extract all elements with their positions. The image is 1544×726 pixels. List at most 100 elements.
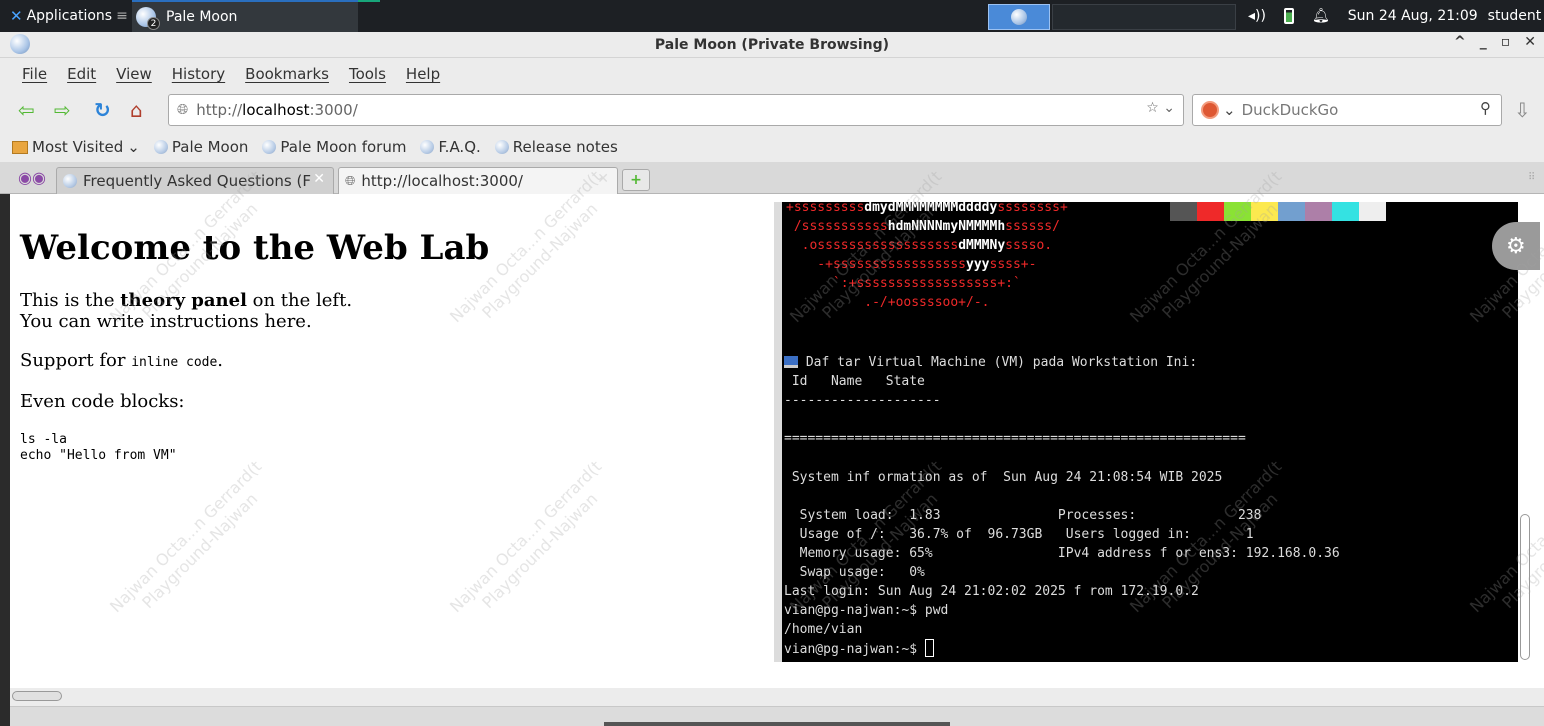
computer-icon — [784, 356, 798, 368]
notification-bell-icon[interactable]: 🔔︎ — [1312, 8, 1330, 24]
maximize-button[interactable]: ▫ — [1501, 34, 1511, 50]
inline-code: inline code — [131, 355, 218, 370]
url-bar[interactable]: 🌐︎ http://localhost:3000/ ☆ ⌄ — [168, 94, 1184, 126]
ascii-art-segment: yyy — [966, 257, 990, 272]
gear-icon[interactable]: ⚙ — [1492, 222, 1540, 270]
navigation-toolbar: ⇦ ⇨ ↻ ⌂ 🌐︎ http://localhost:3000/ ☆ ⌄ ⌄ … — [0, 90, 1544, 132]
globe-icon: 🌐︎ — [177, 102, 189, 118]
stats-line: Swap usage: 0% — [784, 565, 925, 580]
ascii-art-segment: hdmNNNNmyNMMMMh — [887, 219, 1006, 234]
horizontal-scrollbar[interactable] — [10, 688, 1544, 706]
paragraph-inline-code: Support for inline code. — [20, 350, 774, 373]
close-tab-icon[interactable]: ✕ — [313, 171, 325, 187]
close-tab-icon[interactable]: ✕ — [597, 171, 609, 187]
intro-line2: You can write instructions here. — [20, 311, 312, 332]
window-count-badge: 2 — [147, 17, 160, 30]
chevron-down-icon: ⌄ — [127, 138, 140, 156]
window-titlebar: Pale Moon (Private Browsing) ^ _ ▫ ✕ — [0, 32, 1544, 58]
workspace-2[interactable] — [1052, 4, 1236, 30]
taskbar-item-pale-moon[interactable]: 2 Pale Moon — [132, 0, 358, 32]
ascii-art-line: `:+ssssssssssssssssss+:` — [786, 274, 1021, 293]
ascii-art-segment: .-/+oossssoo+/-. — [786, 295, 990, 310]
menu-help[interactable]: Help — [406, 65, 440, 83]
bookmark-faq[interactable]: F.A.Q. — [420, 138, 481, 156]
menu-view[interactable]: View — [116, 65, 152, 83]
bookmark-release-notes[interactable]: Release notes — [494, 138, 618, 156]
equals-separator: ========================================… — [784, 431, 1246, 446]
reload-icon[interactable]: ↻ — [94, 98, 111, 122]
workspace-1[interactable] — [988, 4, 1050, 30]
menu-edit[interactable]: Edit — [67, 65, 96, 83]
back-arrow-icon[interactable]: ⇦ — [18, 98, 35, 122]
bookmark-pale-moon-forum[interactable]: Pale Moon forum — [262, 138, 406, 156]
ascii-art-line: .ossssssssssssssssssdMMMNysssso. — [786, 236, 1052, 255]
folder-icon — [12, 140, 28, 154]
dash-separator: -------------------- — [784, 393, 941, 408]
url-host: localhost — [242, 101, 310, 119]
bookmark-pale-moon[interactable]: Pale Moon — [153, 138, 248, 156]
window-controls: ^ _ ▫ ✕ — [1454, 34, 1536, 50]
ascii-art-segment: ssssss/ — [1005, 219, 1060, 234]
pale-moon-icon: 2 — [136, 7, 160, 30]
pale-moon-icon — [1011, 9, 1027, 25]
active-prompt-line[interactable]: vian@pg-najwan:~$ — [784, 639, 934, 659]
user-menu[interactable]: student — [1488, 8, 1542, 24]
menu-bookmarks[interactable]: Bookmarks — [245, 65, 329, 83]
ascii-art-segment: ssssssss+ — [997, 202, 1068, 215]
pale-moon-icon — [10, 34, 30, 54]
applications-menu[interactable]: ✕ Applications ≡ — [0, 0, 130, 32]
download-arrow-icon[interactable]: ⇩ — [1514, 98, 1531, 122]
bookmark-most-visited[interactable]: Most Visited ⌄ — [12, 138, 140, 156]
url-prefix: http:// — [196, 101, 243, 119]
duckduckgo-icon[interactable] — [1201, 101, 1219, 119]
battery-icon[interactable] — [1283, 8, 1294, 24]
taskbar-item-label: Pale Moon — [166, 9, 238, 25]
ascii-art-segment: `:+ssssssssssssssssss+:` — [786, 276, 1021, 291]
forward-arrow-icon[interactable]: ⇨ — [54, 98, 71, 122]
search-icon[interactable]: ⚲ — [1480, 99, 1491, 117]
tab-list-icon[interactable]: ⠿ — [1528, 172, 1535, 183]
theory-panel: Welcome to the Web Lab This is the theor… — [10, 194, 774, 688]
bookmarks-toolbar: Most Visited ⌄ Pale Moon Pale Moon forum… — [0, 132, 1544, 162]
menu-history[interactable]: History — [172, 65, 225, 83]
url-suffix: :3000/ — [309, 101, 358, 119]
new-tab-button[interactable]: + — [622, 169, 650, 191]
page-heading: Welcome to the Web Lab — [20, 228, 490, 268]
menu-tools[interactable]: Tools — [349, 65, 386, 83]
xfce-icon: ✕ — [10, 7, 23, 25]
search-bar[interactable]: ⌄ DuckDuckGo ⚲ — [1192, 94, 1502, 126]
scrollbar-thumb[interactable] — [12, 691, 62, 701]
minimize-button[interactable]: _ — [1480, 34, 1487, 50]
close-button[interactable]: ✕ — [1524, 34, 1536, 50]
volume-icon[interactable]: ◂)) — [1248, 8, 1266, 24]
color-swatch — [1251, 202, 1278, 221]
clock[interactable]: Sun 24 Aug, 21:09 — [1348, 8, 1478, 24]
stats-line: System load: 1.83 Processes: 238 — [784, 508, 1262, 523]
bookmark-star-icon[interactable]: ☆ ⌄ — [1146, 100, 1175, 116]
shade-button[interactable]: ^ — [1454, 34, 1466, 50]
private-browsing-mask-icon: ◉◉ — [18, 168, 46, 187]
ascii-art-segment: .ossssssssssssssssss — [786, 238, 959, 253]
home-icon[interactable]: ⌂ — [130, 98, 143, 122]
bookmark-label: Release notes — [512, 138, 618, 156]
bookmark-label: Most Visited — [32, 138, 124, 156]
ascii-art-segment: /sssssssssss — [786, 219, 888, 234]
tab-faq[interactable]: Frequently Asked Questions (F ✕ — [56, 167, 334, 194]
terminal-cursor — [924, 639, 934, 657]
desktop-top-panel: ✕ Applications ≡ 2 Pale Moon ◂)) 🔔︎ Sun … — [0, 0, 1544, 32]
ascii-art-segment: -+sssssssssssssssss — [786, 257, 967, 272]
terminal-panel[interactable]: +sssssssssdmydMMMMMMMMddddyssssssss+ /ss… — [774, 202, 1518, 662]
color-swatch — [1197, 202, 1224, 221]
intro-text: This is the — [20, 290, 121, 311]
vm-table-header: Id Name State — [784, 374, 925, 389]
tab-localhost[interactable]: 🌐︎ http://localhost:3000/ ✕ — [338, 167, 618, 194]
applications-label: Applications — [26, 8, 113, 24]
menu-file[interactable]: File — [22, 65, 47, 83]
pale-moon-icon — [420, 140, 435, 154]
terminal-scrollbar[interactable] — [1520, 514, 1530, 660]
search-engine-dropdown-icon[interactable]: ⌄ — [1223, 101, 1236, 119]
prompt-line: vian@pg-najwan:~$ pwd — [784, 603, 949, 618]
stats-line: Memory usage: 65% IPv4 address f or ens3… — [784, 546, 1340, 561]
page-content: Welcome to the Web Lab This is the theor… — [10, 167, 1544, 688]
search-placeholder: DuckDuckGo — [1241, 101, 1339, 119]
